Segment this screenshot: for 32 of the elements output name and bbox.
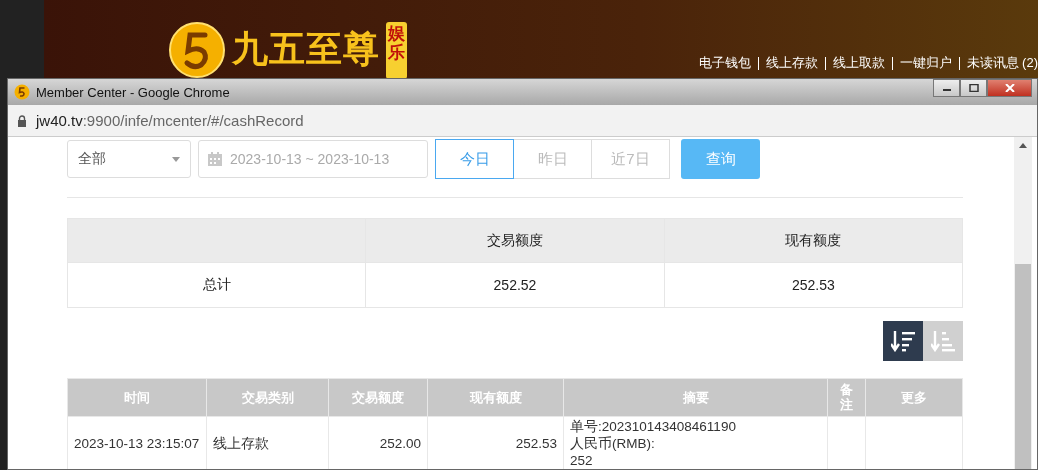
nav-link[interactable]: 电子钱包: [698, 54, 751, 72]
type-select[interactable]: 全部: [67, 140, 191, 178]
logo-badge: 娱乐: [386, 22, 407, 79]
table-cell: 总计: [67, 262, 366, 308]
column-header: 现有额度: [664, 218, 963, 263]
logo-icon: [14, 84, 30, 100]
scrollbar[interactable]: [1014, 137, 1032, 469]
table-cell: 252.53: [664, 262, 963, 308]
logo-text: 九五至尊: [232, 27, 380, 71]
close-button[interactable]: [987, 79, 1032, 97]
logo-icon: [168, 20, 226, 79]
nav-link[interactable]: 未读讯息 (2): [966, 54, 1038, 72]
sort-button[interactable]: [883, 321, 923, 361]
column-header: 交易额度: [365, 218, 665, 263]
nav-link[interactable]: 一键归户: [899, 54, 952, 72]
minimize-button[interactable]: [933, 79, 960, 97]
maximize-icon: [968, 84, 979, 92]
lock-icon: [17, 114, 27, 127]
table-cell: 2023-10-13 23:15:07: [67, 416, 207, 469]
nav-link[interactable]: 线上取款: [832, 54, 885, 72]
sort-icon: [931, 330, 955, 352]
scroll-up-icon[interactable]: [1019, 143, 1027, 148]
maximize-button[interactable]: [960, 79, 987, 97]
close-icon: [1004, 84, 1015, 92]
nav-link[interactable]: 线上存款: [765, 54, 818, 72]
calendar-icon: [208, 152, 222, 166]
scrollbar-thumb[interactable]: [1015, 264, 1031, 469]
sort-icon: [891, 330, 915, 352]
address-url[interactable]: jw40.tv:9900/infe/mcenter/#/cashRecord: [36, 112, 304, 129]
table-cell: 252.52: [365, 262, 665, 308]
window-title: Member Center - Google Chrome: [36, 84, 230, 100]
caret-icon: [172, 156, 180, 162]
